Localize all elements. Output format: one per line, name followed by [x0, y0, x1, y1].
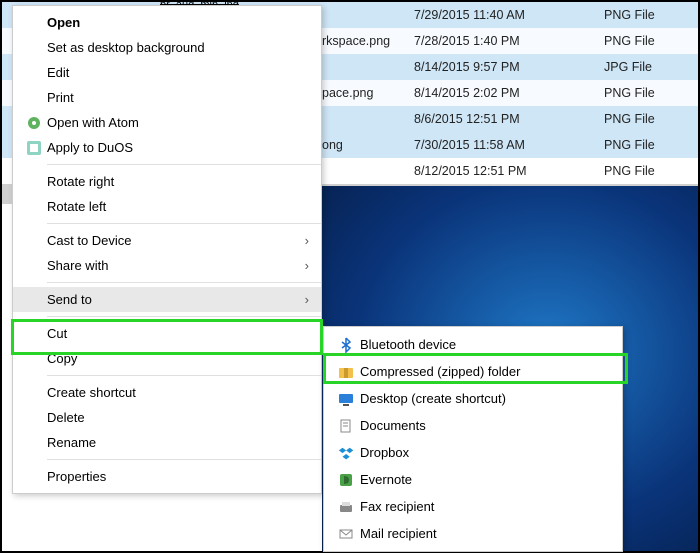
- sendto-submenu: Bluetooth device Compressed (zipped) fol…: [323, 326, 623, 552]
- submenu-fax[interactable]: Fax recipient: [324, 493, 622, 520]
- separator: [47, 282, 321, 283]
- menu-print[interactable]: Print: [13, 85, 321, 110]
- menu-cast-to-device[interactable]: Cast to Device ›: [13, 228, 321, 253]
- chevron-right-icon: ›: [305, 258, 309, 273]
- menu-open[interactable]: Open: [13, 10, 321, 35]
- submenu-bluetooth[interactable]: Bluetooth device: [324, 331, 622, 358]
- duos-icon: [21, 140, 47, 156]
- evernote-icon: [332, 472, 360, 488]
- label: Desktop (create shortcut): [360, 391, 610, 406]
- desktop-icon: [332, 391, 360, 407]
- fax-icon: [332, 499, 360, 515]
- file-name: ong: [322, 138, 414, 152]
- context-menu: Open Set as desktop background Edit Prin…: [12, 5, 322, 494]
- label: Copy: [47, 351, 309, 366]
- label: Documents: [360, 418, 610, 433]
- separator: [47, 223, 321, 224]
- file-date: 8/14/2015 2:02 PM: [414, 86, 604, 100]
- separator: [47, 164, 321, 165]
- file-date: 7/29/2015 11:40 AM: [414, 8, 604, 22]
- label: Evernote: [360, 472, 610, 487]
- menu-set-desktop-bg[interactable]: Set as desktop background: [13, 35, 321, 60]
- submenu-dropbox[interactable]: Dropbox: [324, 439, 622, 466]
- atom-icon: [21, 115, 47, 131]
- file-type: PNG File: [604, 34, 684, 48]
- label: Rename: [47, 435, 309, 450]
- menu-rotate-left[interactable]: Rotate left: [13, 194, 321, 219]
- separator: [47, 316, 321, 317]
- file-type: PNG File: [604, 86, 684, 100]
- menu-properties[interactable]: Properties: [13, 464, 321, 489]
- menu-rename[interactable]: Rename: [13, 430, 321, 455]
- submenu-documents[interactable]: Documents: [324, 412, 622, 439]
- label: Open with Atom: [47, 115, 309, 130]
- menu-apply-duos[interactable]: Apply to DuOS: [13, 135, 321, 160]
- menu-delete[interactable]: Delete: [13, 405, 321, 430]
- file-date: 8/14/2015 9:57 PM: [414, 60, 604, 74]
- label: Delete: [47, 410, 309, 425]
- label: Compressed (zipped) folder: [360, 364, 610, 379]
- label: Cast to Device: [47, 233, 305, 248]
- label: Rotate left: [47, 199, 309, 214]
- chevron-right-icon: ›: [305, 233, 309, 248]
- submenu-desktop-shortcut[interactable]: Desktop (create shortcut): [324, 385, 622, 412]
- submenu-evernote[interactable]: Evernote: [324, 466, 622, 493]
- label: Set as desktop background: [47, 40, 309, 55]
- menu-create-shortcut[interactable]: Create shortcut: [13, 380, 321, 405]
- file-type: PNG File: [604, 112, 684, 126]
- file-date: 8/6/2015 12:51 PM: [414, 112, 604, 126]
- menu-edit[interactable]: Edit: [13, 60, 321, 85]
- label: Properties: [47, 469, 309, 484]
- menu-share-with[interactable]: Share with ›: [13, 253, 321, 278]
- file-type: PNG File: [604, 164, 684, 178]
- menu-send-to[interactable]: Send to ›: [13, 287, 321, 312]
- separator: [47, 459, 321, 460]
- file-date: 7/30/2015 11:58 AM: [414, 138, 604, 152]
- label: Share with: [47, 258, 305, 273]
- file-name: pace.png: [322, 86, 414, 100]
- label: Create shortcut: [47, 385, 309, 400]
- file-type: JPG File: [604, 60, 684, 74]
- label: Cut: [47, 326, 309, 341]
- documents-icon: [332, 418, 360, 434]
- label: Rotate right: [47, 174, 309, 189]
- submenu-mail[interactable]: Mail recipient: [324, 520, 622, 547]
- menu-copy[interactable]: Copy: [13, 346, 321, 371]
- zip-folder-icon: [332, 364, 360, 380]
- label: Print: [47, 90, 309, 105]
- label: Mail recipient: [360, 526, 610, 541]
- label: Apply to DuOS: [47, 140, 309, 155]
- label: Fax recipient: [360, 499, 610, 514]
- menu-open-with-atom[interactable]: Open with Atom: [13, 110, 321, 135]
- dropbox-icon: [332, 445, 360, 461]
- label: Bluetooth device: [360, 337, 610, 352]
- menu-rotate-right[interactable]: Rotate right: [13, 169, 321, 194]
- file-type: PNG File: [604, 138, 684, 152]
- bluetooth-icon: [332, 337, 360, 353]
- menu-cut[interactable]: Cut: [13, 321, 321, 346]
- file-date: 8/12/2015 12:51 PM: [414, 164, 604, 178]
- file-type: PNG File: [604, 8, 684, 22]
- mail-icon: [332, 526, 360, 542]
- label: Dropbox: [360, 445, 610, 460]
- label: Edit: [47, 65, 309, 80]
- chevron-right-icon: ›: [305, 292, 309, 307]
- label: Send to: [47, 292, 305, 307]
- submenu-compressed-folder[interactable]: Compressed (zipped) folder: [324, 358, 622, 385]
- separator: [47, 375, 321, 376]
- label: Open: [47, 15, 309, 30]
- file-date: 7/28/2015 1:40 PM: [414, 34, 604, 48]
- file-name: rkspace.png: [322, 34, 414, 48]
